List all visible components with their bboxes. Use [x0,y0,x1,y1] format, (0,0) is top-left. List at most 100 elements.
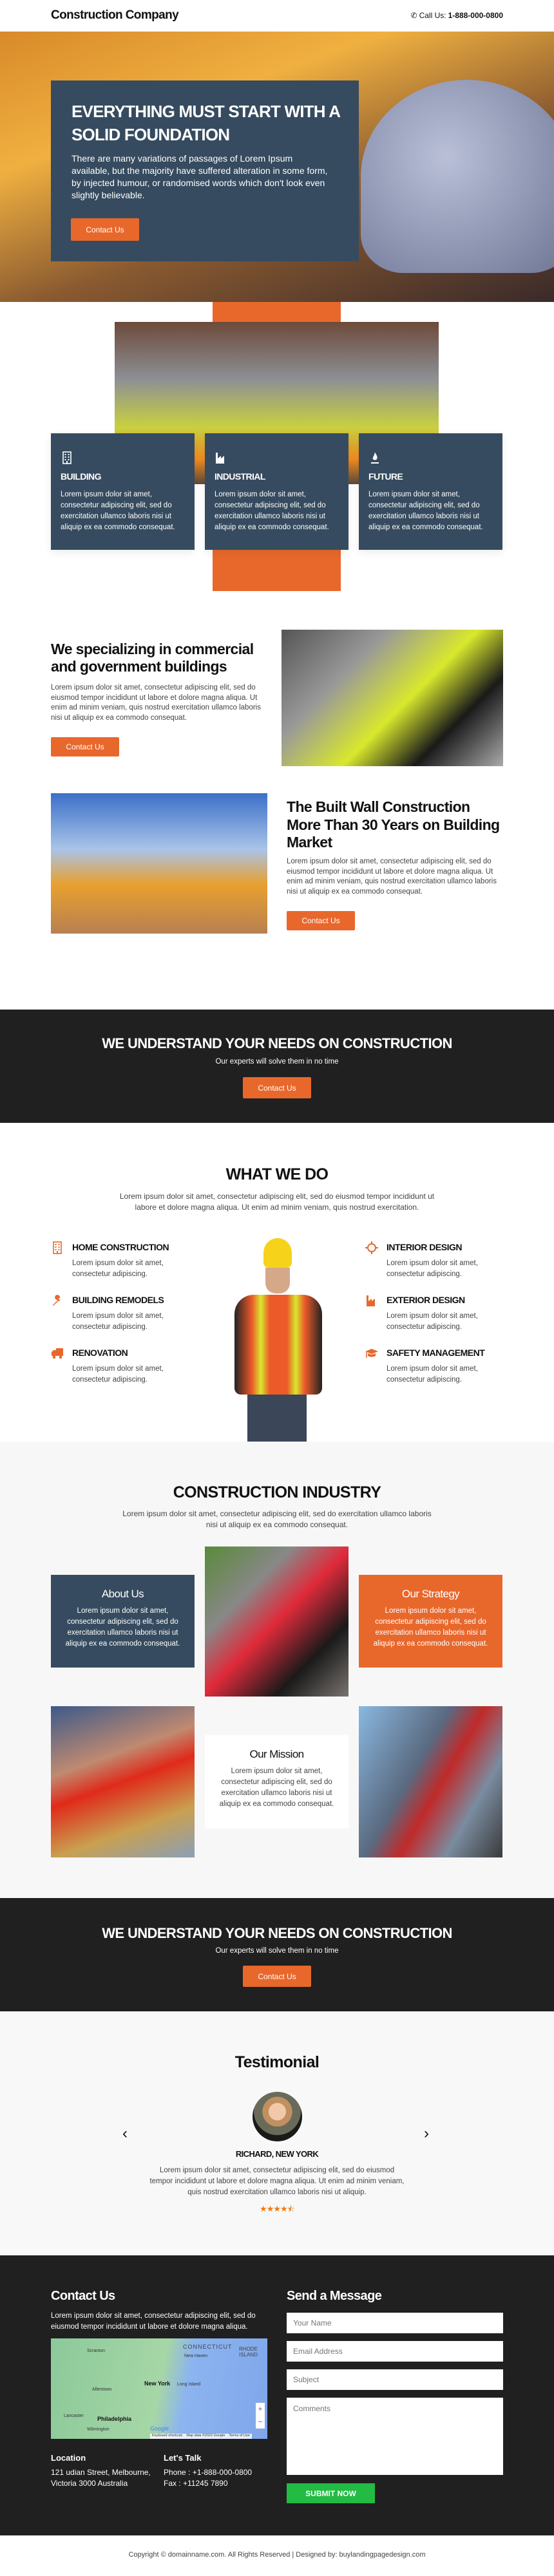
hero-contact-button[interactable]: Contact Us [71,218,139,241]
rating-stars: ★★★★⯪ [0,2203,554,2217]
copyright: Copyright © domainname.com. All Rights R… [128,2551,426,2559]
map-label: Scranton [87,2349,106,2353]
talk-title: Let's Talk [164,2453,202,2463]
next-arrow-icon[interactable]: › [424,2125,429,2143]
industry-title: CONSTRUCTION INDUSTRY [173,1483,381,1501]
google-logo: Google [150,2425,169,2432]
logo[interactable]: Construction Company [51,8,179,23]
built-title: The Built Wall Construction More Than 30… [287,798,500,851]
banner-contact-button[interactable]: Contact Us [243,1077,311,1098]
hero-title: EVERYTHING MUST START WITH A SOLID FOUND… [72,102,340,144]
worker-face [265,1268,290,1293]
star-icon: ★ [266,2204,274,2214]
service-text: Lorem ipsum dolor sit amet, consectetur … [387,1259,478,1278]
submit-button[interactable]: SUBMIT NOW [287,2483,375,2503]
about-box: About Us Lorem ipsum dolor sit amet, con… [51,1575,195,1668]
location-title: Location [51,2453,86,2463]
address-line2: Victoria 3000 Australia [51,2479,128,2488]
terms-link[interactable]: Terms of Use [229,2434,249,2439]
built-contact-button[interactable]: Contact Us [287,911,355,930]
feature-card: BUILDING Lorem ipsum dolor sit amet, con… [51,433,195,550]
worker-image [227,1238,327,1442]
service-text: Lorem ipsum dolor sit amet, consectetur … [72,1259,164,1278]
banner2-title: WE UNDERSTAND YOUR NEEDS ON CONSTRUCTION [102,1925,452,1941]
wrench-icon [51,1294,64,1307]
feature-title: INDUSTRIAL [215,471,265,482]
service-text: Lorem ipsum dolor sit amet, consectetur … [72,1365,164,1384]
star-icon: ⯪ [287,2204,295,2214]
star-icon: ★ [260,2204,267,2214]
phone-icon: ✆ [410,11,417,20]
building-icon [61,451,73,465]
service-title: BUILDING REMODELS [72,1295,164,1305]
star-icon: ★ [280,2204,288,2214]
service-text: Lorem ipsum dolor sit amet, consectetur … [72,1312,164,1331]
feature-title: BUILDING [61,471,101,482]
keyboard-shortcuts-link[interactable]: Keyboard shortcuts [152,2434,182,2439]
industry-section: CONSTRUCTION INDUSTRY Lorem ipsum dolor … [0,1442,554,1898]
call-label: Call Us: [419,11,446,20]
map-label: Lancaster [64,2414,84,2418]
special-contact-button[interactable]: Contact Us [51,737,119,757]
strategy-box: Our Strategy Lorem ipsum dolor sit amet,… [359,1575,502,1668]
map-label: Philadelphia [97,2416,132,2422]
header: Construction Company ✆ Call Us: 1-888-00… [0,0,554,32]
map-label: RHODE ISLAND [239,2346,258,2358]
prev-arrow-icon[interactable]: ‹ [122,2125,128,2143]
service-text: Lorem ipsum dolor sit amet, consectetur … [387,1365,478,1384]
banner-subtitle: Our experts will solve them in no time [215,1058,339,1066]
map-attribution: Keyboard shortcuts Map data ©2022 Google… [150,2434,252,2439]
whatwedo-text: Lorem ipsum dolor sit amet, consectetur … [119,1192,435,1212]
graduation-cap-icon [365,1347,378,1360]
industry-text: Lorem ipsum dolor sit amet, consectetur … [122,1509,432,1529]
drill-image [51,1706,195,1857]
star-icon: ★ [273,2204,281,2214]
skyscraper-image [359,1706,502,1857]
crane-image [51,793,267,934]
service-title: INTERIOR DESIGN [387,1242,462,1252]
whatwedo-title: WHAT WE DO [225,1165,329,1183]
email-input[interactable] [287,2341,503,2362]
factory-icon [365,1294,378,1307]
strategy-title: Our Strategy [401,1588,460,1600]
contact-title: Contact Us [51,2289,115,2303]
contact-phone: Phone : +1-888-000-0800 [164,2468,253,2477]
avatar [253,2092,302,2141]
map-label: New Haven [184,2354,208,2358]
testimonial-section: Testimonial ‹ › RICHARD, NEW YORK Lorem … [0,2011,554,2255]
truck-icon [51,1347,64,1360]
comments-textarea[interactable] [287,2398,503,2475]
hero-text: There are many variations of passages of… [72,153,328,200]
feature-text: Lorem ipsum dolor sit amet, consectetur … [368,491,483,531]
service-text: Lorem ipsum dolor sit amet, consectetur … [387,1312,478,1331]
service-title: SAFETY MANAGEMENT [387,1348,485,1358]
feature-text: Lorem ipsum dolor sit amet, consectetur … [215,491,329,531]
banner2-subtitle: Our experts will solve them in no time [215,1947,339,1955]
crosshair-icon [365,1241,378,1254]
subject-input[interactable] [287,2369,503,2390]
built-text: Lorem ipsum dolor sit amet, consectetur … [287,858,497,896]
building-icon [51,1241,64,1254]
zoom-controls[interactable]: + − [256,2403,265,2429]
about-title: About Us [101,1588,144,1600]
contact-text: Lorem ipsum dolor sit amet, consectetur … [51,2312,256,2331]
deck-worker-image [205,1547,349,1697]
map[interactable]: CONNECTICUT RHODE ISLAND Scranton New Ha… [51,2338,267,2439]
map-data-text: Map data ©2022 Google [186,2434,225,2438]
header-phone: 1-888-000-0800 [448,11,503,20]
mission-text: Lorem ipsum dolor sit amet, consectetur … [219,1767,334,1808]
name-input[interactable] [287,2313,503,2333]
call-us[interactable]: ✆ Call Us: 1-888-000-0800 [411,11,503,20]
service-title: HOME CONSTRUCTION [72,1242,169,1252]
map-label: Allentown [92,2387,112,2392]
about-text: Lorem ipsum dolor sit amet, consectetur … [65,1607,180,1648]
banner-title: WE UNDERSTAND YOUR NEEDS ON CONSTRUCTION [102,1035,452,1051]
yellow-helmet [263,1238,292,1268]
contact-section: Contact Us Lorem ipsum dolor sit amet, c… [0,2255,554,2535]
feature-card: INDUSTRIAL Lorem ipsum dolor sit amet, c… [205,433,349,550]
map-label: Wilmington [87,2427,110,2432]
banner2-contact-button[interactable]: Contact Us [243,1966,311,1987]
map-label: New York [144,2380,171,2387]
fire-icon [368,451,381,465]
map-label: Long Island [177,2382,201,2387]
